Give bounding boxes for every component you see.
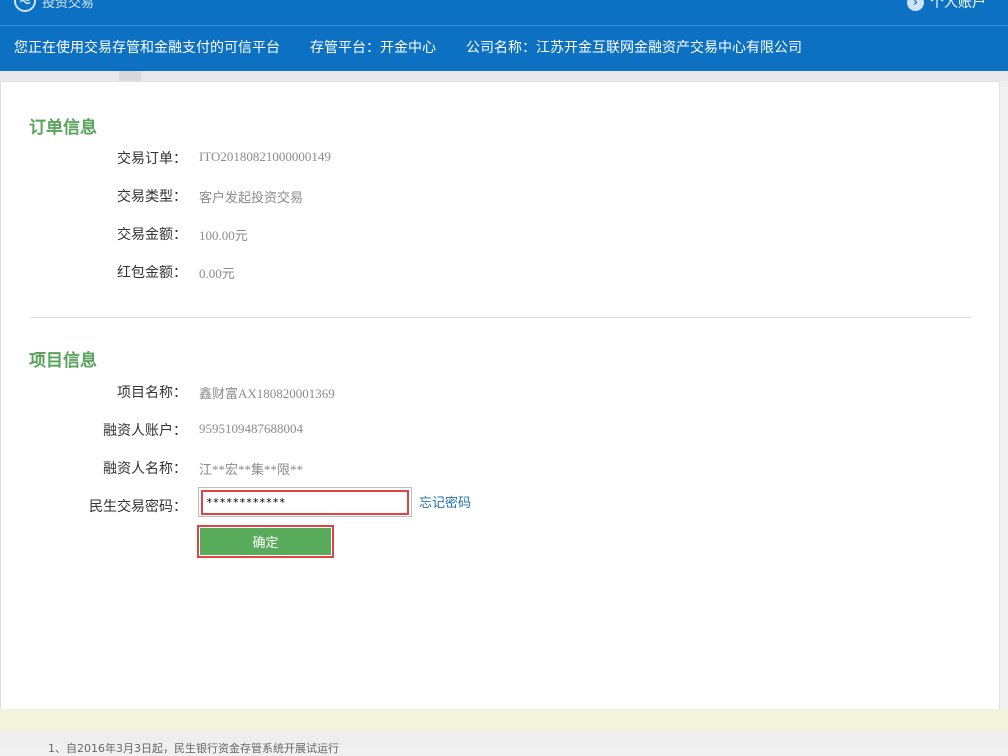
header-strip	[0, 71, 1008, 81]
main-panel: 订单信息 交易订单： ITO20180821000000149 交易类型： 客户…	[0, 81, 1000, 710]
forgot-password-link[interactable]: 忘记密码	[419, 492, 471, 511]
header-top-row: 投资交易 › 个人账户	[0, 0, 1008, 26]
financier-account-label: 融资人账户：	[103, 423, 187, 439]
account-label: 个人账户	[930, 0, 986, 11]
order-number-value: ITO20180821000000149	[199, 149, 331, 164]
order-info-title: 订单信息	[29, 118, 97, 137]
trade-type-value: 客户发起投资交易	[199, 190, 304, 205]
project-name-value: 鑫财富AX180820001369	[199, 386, 335, 401]
financier-account-value: 9595109487688004	[199, 421, 303, 436]
footer-notice: 1、自2016年3月3日起，民生银行资金存管系统开展试运行	[48, 742, 339, 755]
trade-password-input[interactable]	[201, 490, 409, 515]
header-info-row: 您正在使用交易存管和金融支付的可信平台 存管平台：开金中心 公司名称：江苏开金互…	[14, 37, 832, 57]
red-packet-label: 红包金额：	[117, 265, 187, 281]
confirm-button-highlight: 确定	[197, 525, 334, 558]
password-field-frame	[198, 487, 412, 517]
account-link[interactable]: › 个人账户	[907, 0, 986, 12]
company-info: 公司名称：江苏开金互联网金融资产交易中心有限公司	[466, 40, 802, 56]
brand[interactable]: 投资交易	[14, 0, 95, 12]
confirm-button[interactable]: 确定	[200, 528, 331, 555]
trade-amount-value: 100.00元	[199, 228, 248, 243]
trade-type-label: 交易类型：	[117, 189, 187, 205]
trade-amount-label: 交易金额：	[117, 227, 187, 243]
project-info-title: 项目信息	[29, 351, 97, 370]
chevron-right-icon: ›	[907, 0, 924, 11]
financier-name-value: 江**宏**集**限**	[199, 462, 304, 477]
financier-name-label: 融资人名称：	[103, 461, 187, 477]
trust-notice: 您正在使用交易存管和金融支付的可信平台	[14, 40, 280, 56]
order-number-label: 交易订单：	[117, 151, 187, 167]
bottom-band	[0, 709, 1008, 731]
brand-logo-icon	[14, 0, 36, 12]
section-divider	[30, 317, 971, 318]
strip-tab	[119, 71, 141, 81]
trade-password-label: 民生交易密码：	[89, 499, 187, 515]
platform-info: 存管平台：开金中心	[310, 40, 436, 56]
brand-text: 投资交易	[42, 0, 95, 11]
red-packet-value: 0.00元	[199, 266, 235, 281]
project-name-label: 项目名称：	[117, 385, 187, 401]
top-header: 投资交易 › 个人账户 您正在使用交易存管和金融支付的可信平台 存管平台：开金中…	[0, 0, 1008, 71]
